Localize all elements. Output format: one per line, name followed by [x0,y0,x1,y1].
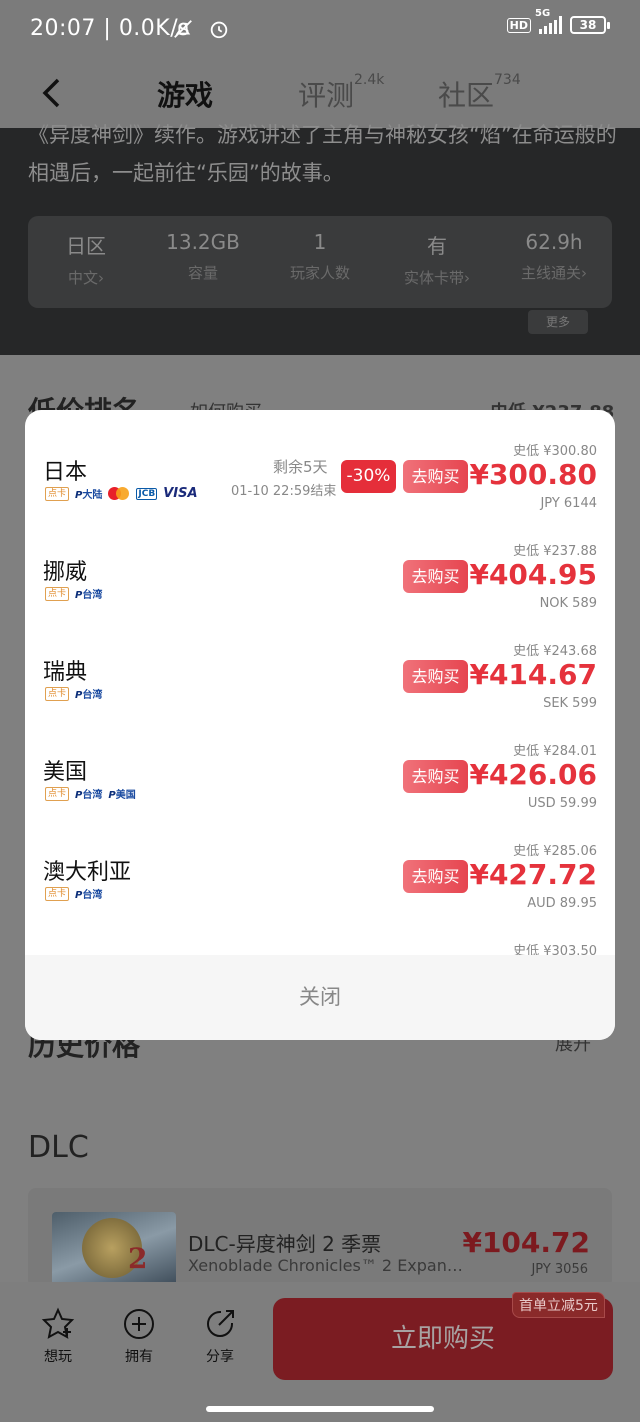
signal-icon: 5G [535,8,562,34]
mastercard-icon [108,487,130,500]
dlc-thumbnail: 2 [52,1212,176,1288]
home-indicator [206,1406,434,1412]
payment-methods: 点卡 P台湾 [45,686,102,701]
payment-methods: 点卡 P台湾 [45,886,102,901]
point-card-chip: 点卡 [45,486,70,501]
paypal-icon: P大陆 [75,490,103,501]
price-row-japan: 日本 点卡 P大陆 JCB VISA 剩余5天 01-10 22:59结束 -3… [25,410,615,511]
point-card-chip: 点卡 [45,886,70,901]
dlc-local-price: JPY 3056 [531,1262,588,1277]
status-bar: 20:07 | 0.0K/s HD 5G 38 [0,0,640,60]
game-description: 《异度神剑》续作。游戏讲述了主角与神秘女孩“焰”在命运般的相遇后，一起前往“乐园… [28,123,617,185]
point-card-chip: 点卡 [45,586,70,601]
game-info-section: 《异度神剑》续作。游戏讲述了主角与神秘女孩“焰”在命运般的相遇后，一起前往“乐园… [0,123,640,355]
spec-region[interactable]: 日区 中文› [28,230,144,288]
country-name: 日本 [43,460,88,485]
spec-playtime[interactable]: 62.9h 主线通关› [496,230,612,283]
bottom-bar: 想玩 拥有 分享 立即购买 首单立减5元 [0,1282,640,1422]
price: ¥427.72 [469,858,597,891]
alarm-icon [210,21,228,39]
price-row-sweden: 瑞典 点卡 P台湾 去购买 史低 ¥243.68 ¥414.67 SEK 599 [25,610,615,711]
tab-community[interactable]: 社区734 [438,72,521,114]
battery-icon: 38 [570,16,610,34]
jcb-icon: JCB [136,487,158,500]
close-button[interactable]: 关闭 [25,955,615,1040]
plus-circle-icon [124,1309,154,1339]
go-buy-button[interactable]: 去购买 [403,460,468,493]
own-button[interactable]: 拥有 [109,1306,169,1366]
silent-bell-icon [174,20,192,38]
country-name: 澳大利亚 [43,860,132,885]
hd-icon: HD [506,17,531,33]
dlc-name: DLC-异度神剑 2 季票 [188,1232,382,1256]
history-low: 史低 ¥237.88 [513,544,597,559]
dlc-title: DLC [28,1130,89,1165]
price-row-norway: 挪威 点卡 P台湾 去购买 史低 ¥237.88 ¥404.95 NOK 589 [25,510,615,611]
go-buy-button[interactable]: 去购买 [403,660,468,693]
local-price: NOK 589 [539,596,597,611]
payment-methods: 点卡 P台湾 [45,586,102,601]
paypal-icon: P台湾 [75,690,103,701]
history-low: 史低 ¥300.80 [513,444,597,459]
spec-cartridge[interactable]: 有实体卡带› [379,230,495,288]
point-card-chip: 点卡 [45,786,70,801]
local-price: SEK 599 [543,696,597,711]
paypal-icon: P台湾 [75,890,103,901]
country-name: 挪威 [43,560,88,585]
sale-end-time: 01-10 22:59结束 [231,484,337,499]
price-row-australia: 澳大利亚 点卡 P台湾 去购买 史低 ¥285.06 ¥427.72 AUD 8… [25,810,615,911]
history-low: 史低 ¥243.68 [513,644,597,659]
paypal-us-icon: P美国 [108,790,136,801]
back-icon[interactable] [38,76,68,110]
share-button[interactable]: 分享 [190,1306,250,1366]
want-button[interactable]: 想玩 [28,1306,88,1366]
promo-tag: 首单立减5元 [512,1292,605,1318]
tab-reviews[interactable]: 评测2.4k [298,72,384,114]
payment-methods: 点卡 P台湾 P美国 [45,786,136,801]
local-price: JPY 6144 [540,496,597,511]
local-price: AUD 89.95 [527,896,597,911]
go-buy-button[interactable]: 去购买 [403,860,468,893]
go-buy-button[interactable]: 去购买 [403,560,468,593]
spec-players: 1 玩家人数 [289,230,350,282]
point-card-chip: 点卡 [45,686,70,701]
paypal-icon: P台湾 [75,790,103,801]
price-row-usa: 美国 点卡 P台湾 P美国 去购买 史低 ¥284.01 ¥426.06 USD… [25,710,615,811]
dlc-price: ¥104.72 [462,1226,590,1259]
price: ¥300.80 [469,458,597,491]
price: ¥404.95 [469,558,597,591]
share-icon [207,1310,234,1337]
price: ¥414.67 [469,658,597,691]
country-name: 美国 [43,760,88,785]
go-buy-button[interactable]: 去购买 [403,760,468,793]
price-ranking-modal: 日本 点卡 P大陆 JCB VISA 剩余5天 01-10 22:59结束 -3… [25,410,615,1040]
spec-size: 13.2GB 容量 [166,230,240,282]
history-low: 史低 ¥284.01 [513,744,597,759]
payment-methods: 点卡 P大陆 JCB VISA [45,486,198,501]
spec-box: 日区 中文› 13.2GB 容量 1 玩家人数 有实体卡带› 62.9h 主线通关› [28,216,612,308]
paypal-icon: P台湾 [75,590,103,601]
status-time: 20:07 | 0.0K/s [30,16,191,41]
visa-icon: VISA [163,486,198,501]
price: ¥426.06 [469,758,597,791]
remaining-days: 剩余5天 [273,458,328,476]
local-price: USD 59.99 [527,796,597,811]
country-name: 瑞典 [43,660,88,685]
dlc-subtitle: Xenoblade Chronicles™ 2 Expansion Pass [188,1256,468,1275]
star-icon [41,1307,75,1339]
discount-badge: -30% [341,460,396,493]
history-low: 史低 ¥285.06 [513,844,597,859]
tab-game[interactable]: 游戏 [157,74,213,114]
more-button[interactable]: 更多 [528,310,588,334]
